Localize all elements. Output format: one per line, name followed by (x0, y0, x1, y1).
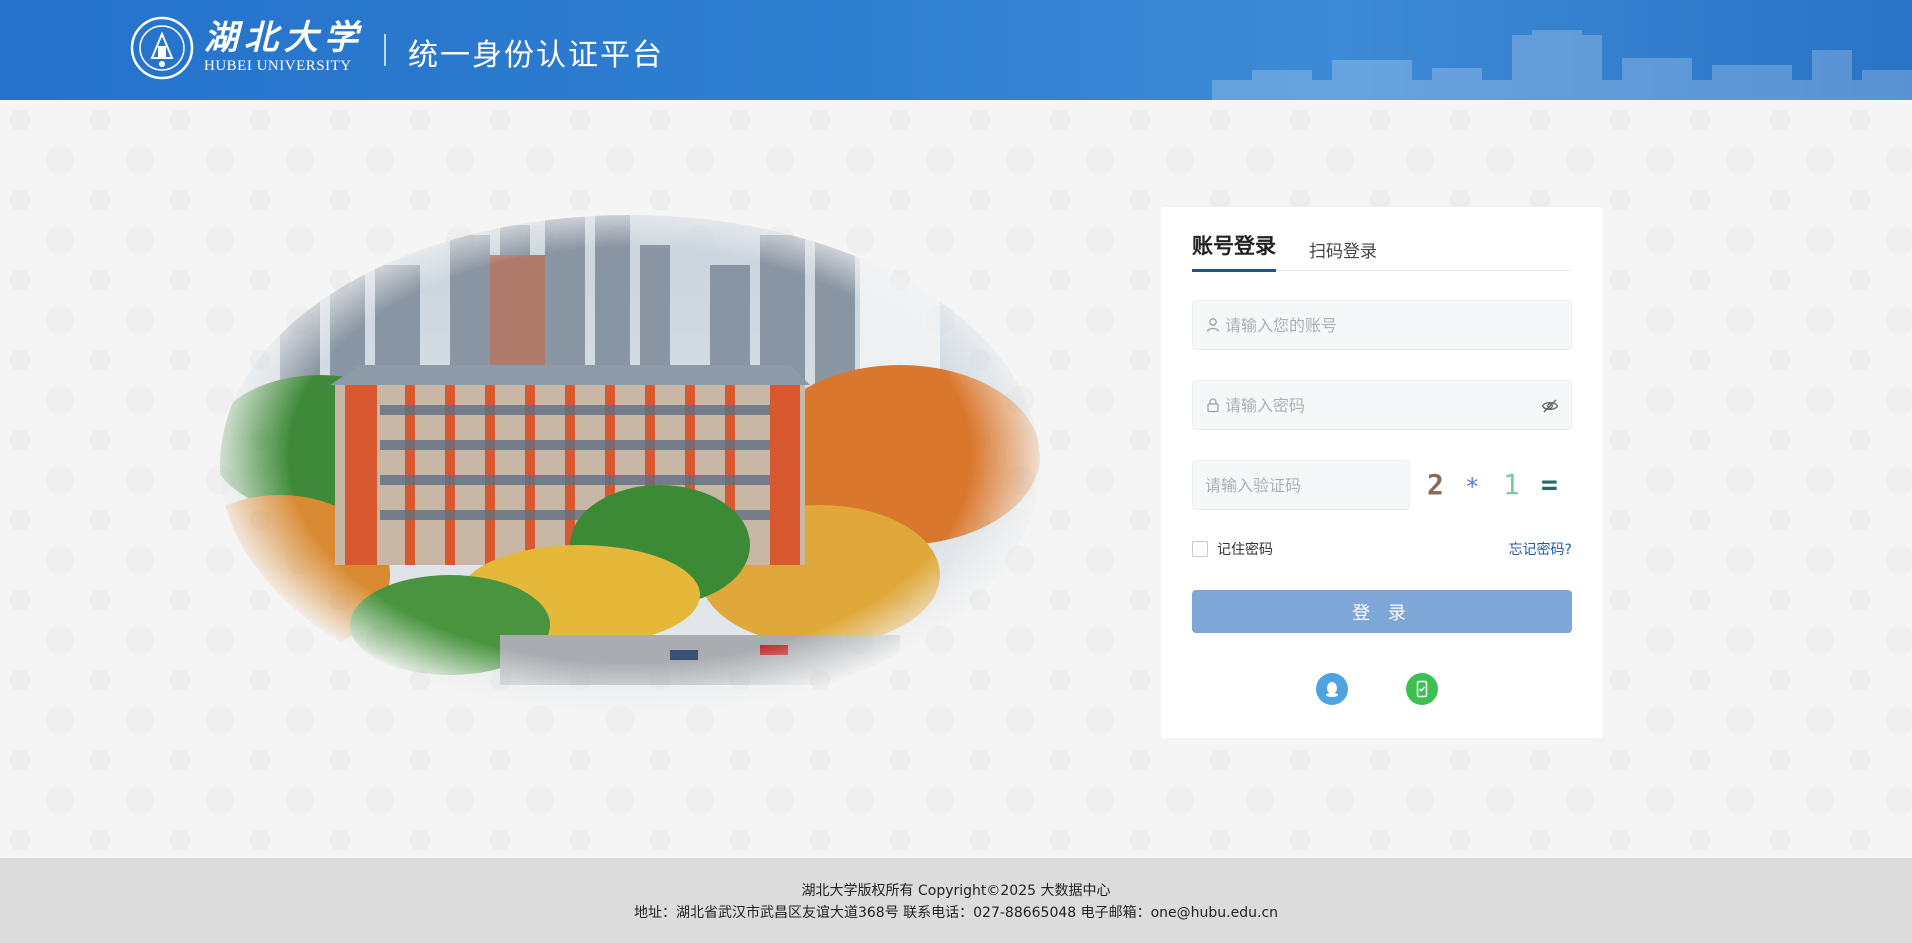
login-button[interactable]: 登 录 (1192, 590, 1572, 633)
tab-qr-login[interactable]: 扫码登录 (1309, 237, 1377, 277)
qq-icon (1326, 682, 1338, 697)
platform-title: 统一身份认证平台 (408, 38, 664, 73)
captcha-char: * (1465, 473, 1480, 501)
qq-login-button[interactable] (1316, 673, 1348, 705)
main-area: 账号登录 扫码登录 2 * (0, 100, 1912, 858)
brand-name-en: HUBEI UNIVERSITY (204, 58, 352, 74)
captcha-input[interactable] (1205, 461, 1405, 509)
forgot-password-link[interactable]: 忘记密码? (1509, 539, 1572, 559)
brand-name-cn: 湖北大学 (204, 18, 364, 58)
university-seal-icon[interactable] (130, 16, 194, 80)
password-input[interactable] (1225, 381, 1545, 429)
tab-account-login[interactable]: 账号登录 (1192, 231, 1276, 272)
header-divider (384, 34, 386, 66)
footer-copyright: 湖北大学版权所有 Copyright©2025 大数据中心 (801, 883, 1111, 899)
password-field (1192, 380, 1572, 430)
remember-password[interactable]: 记住密码 (1192, 538, 1273, 560)
remember-checkbox[interactable] (1192, 541, 1208, 557)
eye-off-icon[interactable] (1541, 397, 1559, 415)
captcha-char: = (1541, 468, 1558, 501)
captcha-char: 2 (1427, 468, 1444, 501)
captcha-image[interactable]: 2 * 1 = (1421, 460, 1571, 510)
account-input[interactable] (1225, 301, 1545, 349)
account-field (1192, 300, 1572, 350)
campus-skyline-decoration (1212, 30, 1912, 100)
header: 湖北大学 HUBEI UNIVERSITY 统一身份认证平台 (0, 0, 1912, 100)
footer-address: 地址：湖北省武汉市武昌区友谊大道368号 联系电话：027-88665048 电… (633, 905, 1279, 921)
lock-icon (1207, 398, 1219, 413)
phone-login-button[interactable] (1406, 673, 1438, 705)
user-icon (1206, 318, 1220, 332)
footer: 湖北大学版权所有 Copyright©2025 大数据中心 地址：湖北省武汉市武… (0, 858, 1912, 943)
login-tabs: 账号登录 扫码登录 (1192, 231, 1572, 272)
remember-label: 记住密码 (1217, 542, 1273, 558)
phone-icon (1416, 680, 1428, 698)
campus-photo (200, 195, 1060, 755)
captcha-char: 1 (1503, 468, 1520, 501)
captcha-field (1192, 460, 1410, 510)
login-card: 账号登录 扫码登录 2 * (1161, 207, 1603, 738)
